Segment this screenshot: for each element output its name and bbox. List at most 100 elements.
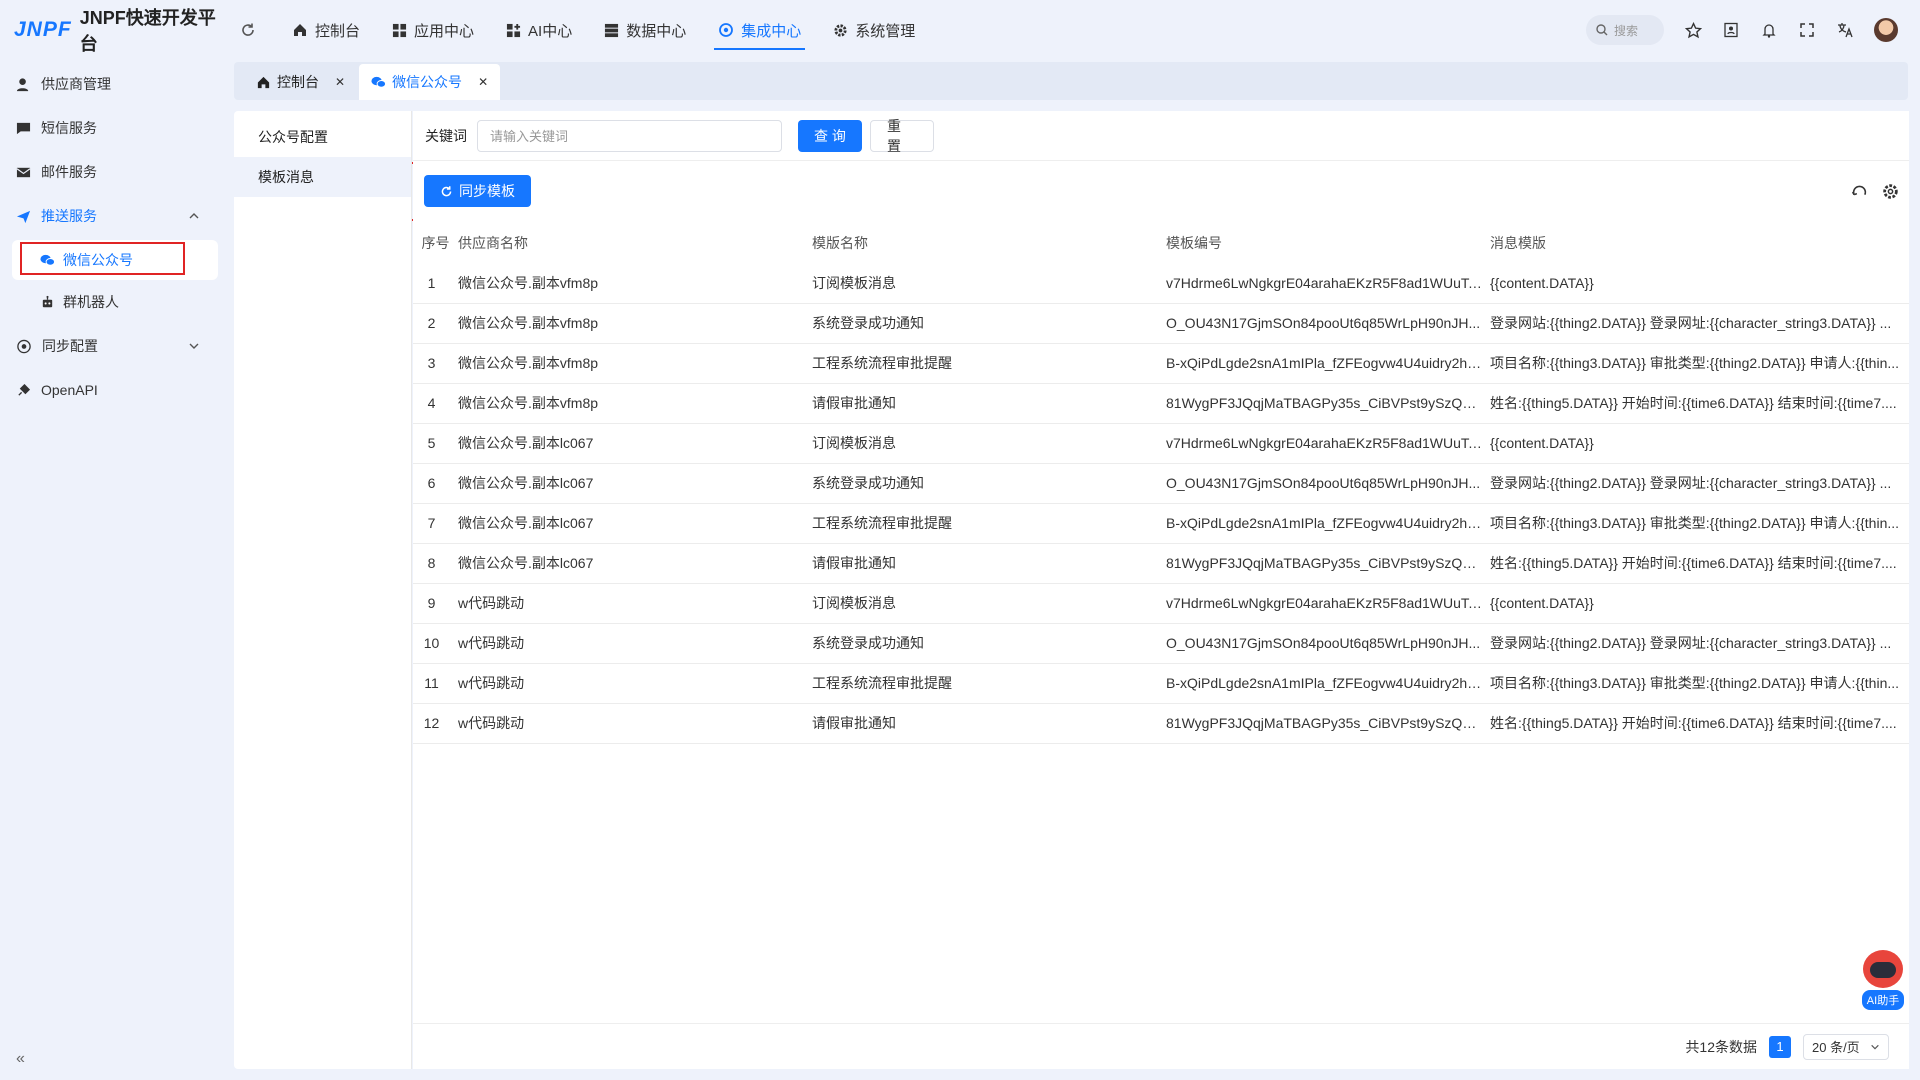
keyword-input[interactable]: 请输入关键词 [477, 119, 782, 152]
search-form: 关键词 请输入关键词 查 询 重 置 [413, 111, 1909, 161]
table-row[interactable]: 3 微信公众号.副本vfm8p 工程系统流程审批提醒 B-xQiPdLgde2snA1… [413, 343, 1909, 384]
sidebar-item-group-robot[interactable]: 群机器人 [12, 282, 218, 322]
reset-button[interactable]: 重 置 [870, 118, 934, 154]
close-icon[interactable]: ✕ [478, 75, 488, 89]
submenu-account-config[interactable]: 公众号配置 [234, 117, 411, 157]
cell-template-name: 系统登录成功通知 [812, 463, 1166, 504]
app-logo[interactable]: JNPF JNPF快速开发平台 [0, 4, 232, 56]
sidebar-item-mail[interactable]: 邮件服务 [0, 150, 232, 194]
star-icon[interactable] [1684, 21, 1702, 39]
sidebar-item-sms[interactable]: 短信服务 [0, 106, 232, 150]
search-placeholder: 搜索 [1614, 23, 1639, 38]
tab-bar: 控制台 ✕ 微信公众号 ✕ [234, 62, 1908, 100]
cell-message-template: 项目名称:{{thing3.DATA}} 审批类型:{{thing2.DATA}… [1490, 663, 1909, 704]
cell-message-template: 项目名称:{{thing3.DATA}} 审批类型:{{thing2.DATA}… [1490, 503, 1909, 544]
table-row[interactable]: 1 微信公众号.副本vfm8p 订阅模板消息 v7Hdrme6LwNgkgrE04ar… [413, 263, 1909, 304]
cell-index: 10 [413, 623, 458, 664]
nav-label: 系统管理 [855, 22, 916, 40]
collapse-sidebar-button[interactable]: « [16, 1050, 25, 1068]
table-row[interactable]: 10 w代码跳动 系统登录成功通知 O_OU43N17GjmSOn84pooUt6q8… [413, 623, 1909, 664]
cell-index: 6 [413, 463, 458, 504]
sidebar-item-sync-config[interactable]: 同步配置 [0, 324, 232, 368]
sidebar-item-label: 微信公众号 [63, 252, 133, 268]
sidebar-item-label: 供应商管理 [41, 76, 111, 92]
cell-message-template: 姓名:{{thing5.DATA}} 开始时间:{{time6.DATA}} 结… [1490, 703, 1909, 744]
table-body: 1 微信公众号.副本vfm8p 订阅模板消息 v7Hdrme6LwNgkgrE04ar… [413, 263, 1909, 744]
user-avatar[interactable] [1874, 18, 1898, 42]
cell-template-id: B-xQiPdLgde2snA1mIPla_fZFEogvw4U4uidry2h… [1166, 503, 1490, 544]
table-row[interactable]: 11 w代码跳动 工程系统流程审批提醒 B-xQiPdLgde2snA1mIPla_f… [413, 663, 1909, 704]
contacts-icon[interactable] [1722, 21, 1740, 39]
table-row[interactable]: 9 w代码跳动 订阅模板消息 v7Hdrme6LwNgkgrE04arahaEKzR5… [413, 583, 1909, 624]
sync-template-button[interactable]: 同步模板 [424, 175, 531, 207]
cell-template-id: O_OU43N17GjmSOn84pooUt6q85WrLpH90nJH... [1166, 303, 1490, 344]
nav-dashboard[interactable]: 控制台 [276, 0, 376, 60]
cell-template-id: B-xQiPdLgde2snA1mIPla_fZFEogvw4U4uidry2h… [1166, 343, 1490, 384]
chevron-down-icon [1871, 1044, 1879, 1049]
sidebar-item-label: 同步配置 [42, 338, 98, 354]
nav-ai-center[interactable]: AI中心 [490, 0, 588, 60]
fullscreen-icon[interactable] [1798, 21, 1816, 39]
integration-icon [719, 23, 734, 37]
sidebar-item-label: 推送服务 [41, 208, 97, 224]
sidebar-item-label: 群机器人 [63, 294, 119, 310]
table-row[interactable]: 2 微信公众号.副本vfm8p 系统登录成功通知 O_OU43N17GjmSOn84p… [413, 303, 1909, 344]
tab-wechat-official[interactable]: 微信公众号 ✕ [359, 64, 501, 100]
cell-index: 5 [413, 423, 458, 464]
send-icon [16, 210, 31, 223]
nav-data-center[interactable]: 数据中心 [588, 0, 702, 60]
page-size-select[interactable]: 20 条/页 [1803, 1033, 1889, 1060]
bell-icon[interactable] [1760, 21, 1778, 39]
page-number[interactable]: 1 [1769, 1035, 1791, 1058]
home-icon [294, 24, 306, 36]
sidebar-item-push[interactable]: 推送服务 [0, 194, 232, 238]
cell-template-name: 工程系统流程审批提醒 [812, 663, 1166, 704]
col-header-supplier: 供应商名称 [458, 223, 812, 263]
cell-message-template: 姓名:{{thing5.DATA}} 开始时间:{{time6.DATA}} 结… [1490, 543, 1909, 584]
cell-supplier: w代码跳动 [458, 703, 812, 744]
search-input[interactable]: 搜索 [1586, 15, 1664, 45]
cell-index: 12 [413, 703, 458, 744]
app-title: JNPF快速开发平台 [79, 8, 216, 54]
cell-template-name: 工程系统流程审批提醒 [812, 503, 1166, 544]
submenu-template-message[interactable]: 模板消息 [234, 157, 411, 197]
tab-dashboard[interactable]: 控制台 ✕ [244, 64, 357, 100]
cell-template-id: O_OU43N17GjmSOn84pooUt6q85WrLpH90nJH... [1166, 623, 1490, 664]
nav-app-center[interactable]: 应用中心 [376, 0, 490, 60]
cell-supplier: w代码跳动 [458, 623, 812, 664]
settings-icon[interactable] [1882, 183, 1899, 200]
plug-icon [18, 383, 31, 396]
cell-index: 7 [413, 503, 458, 544]
wechat-icon [40, 254, 55, 266]
table-row[interactable]: 4 微信公众号.副本vfm8p 请假审批通知 81WygPF3JQqjMaTBAGPy… [413, 383, 1909, 424]
grid-plus-icon [506, 23, 521, 37]
top-header: JNPF JNPF快速开发平台 控制台 应用中心 AI中心 数据中心 集成中心 … [0, 0, 1920, 60]
close-icon[interactable]: ✕ [335, 75, 345, 89]
cell-template-name: 工程系统流程审批提醒 [812, 343, 1166, 384]
cell-index: 9 [413, 583, 458, 624]
sidebar-item-wechat-official[interactable]: 微信公众号 [12, 240, 218, 280]
query-button[interactable]: 查 询 [798, 119, 862, 152]
table-row[interactable]: 12 w代码跳动 请假审批通知 81WygPF3JQqjMaTBAGPy35s_CiB… [413, 703, 1909, 744]
cell-supplier: 微信公众号.副本vfm8p [458, 263, 812, 304]
ai-assistant-button[interactable]: AI助手 [1858, 950, 1908, 1010]
cell-message-template: 姓名:{{thing5.DATA}} 开始时间:{{time6.DATA}} 结… [1490, 383, 1909, 424]
sidebar-item-supplier[interactable]: 供应商管理 [0, 62, 232, 106]
nav-integration-center[interactable]: 集成中心 [702, 0, 817, 60]
table-row[interactable]: 7 微信公众号.副本lc067 工程系统流程审批提醒 B-xQiPdLgde2snA1… [413, 503, 1909, 544]
col-header-message-template: 消息模版 [1490, 223, 1909, 263]
sidebar-item-openapi[interactable]: OpenAPI [0, 368, 232, 412]
translate-icon[interactable] [1836, 21, 1854, 39]
nav-system-management[interactable]: 系统管理 [817, 0, 931, 60]
refresh-icon[interactable] [232, 22, 264, 38]
cell-index: 8 [413, 543, 458, 584]
cell-message-template: 项目名称:{{thing3.DATA}} 审批类型:{{thing2.DATA}… [1490, 343, 1909, 384]
table-row[interactable]: 6 微信公众号.副本lc067 系统登录成功通知 O_OU43N17GjmSOn84p… [413, 463, 1909, 504]
refresh-icon[interactable] [1851, 183, 1868, 200]
table-row[interactable]: 5 微信公众号.副本lc067 订阅模板消息 v7Hdrme6LwNgkgrE04ar… [413, 423, 1909, 464]
table-row[interactable]: 8 微信公众号.副本lc067 请假审批通知 81WygPF3JQqjMaTBAGPy… [413, 543, 1909, 584]
cell-message-template: {{content.DATA}} [1490, 583, 1909, 624]
sync-icon [441, 185, 452, 196]
cell-supplier: 微信公众号.副本lc067 [458, 423, 812, 464]
nav-label: 应用中心 [414, 22, 475, 40]
